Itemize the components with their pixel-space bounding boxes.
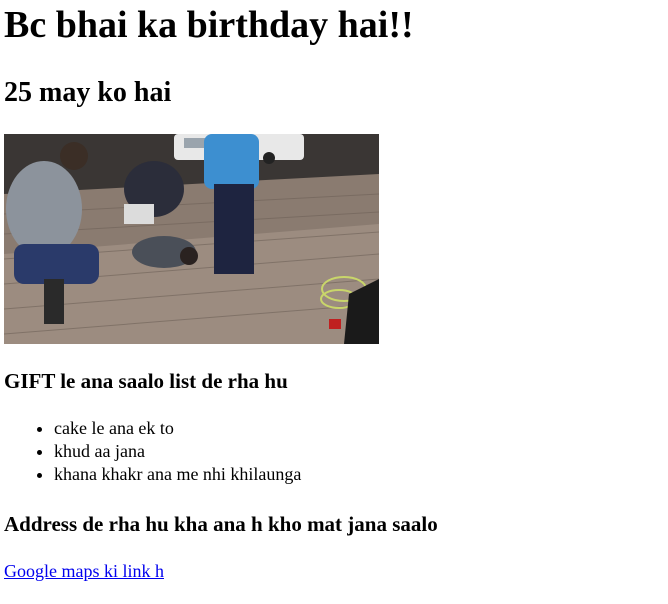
gift-heading: GIFT le ana saalo list de rha hu	[4, 369, 288, 393]
list-item: khana khakr ana me nhi khilaunga	[54, 463, 301, 486]
page-title: Bc bhai ka birthday hai!!	[4, 4, 414, 46]
page: Bc bhai ka birthday hai!! 25 may ko hai	[0, 0, 668, 604]
birthday-photo	[4, 134, 379, 344]
gift-list: cake le ana ek to khud aa jana khana kha…	[14, 417, 301, 486]
google-maps-link[interactable]: Google maps ki link h	[4, 560, 164, 583]
address-heading: Address de rha hu kha ana h kho mat jana…	[4, 512, 438, 536]
photo-image	[4, 134, 379, 344]
list-item: khud aa jana	[54, 440, 301, 463]
date-heading: 25 may ko hai	[4, 77, 172, 108]
list-item: cake le ana ek to	[54, 417, 301, 440]
